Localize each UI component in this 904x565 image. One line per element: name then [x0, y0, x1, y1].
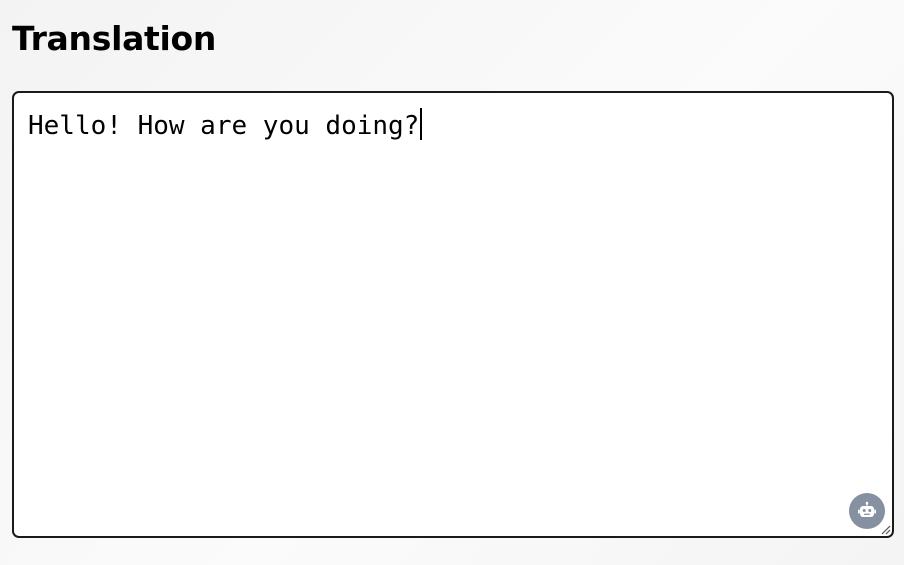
page-title: Translation — [12, 19, 217, 58]
text-caret — [420, 108, 422, 140]
translation-textarea[interactable]: Hello! How are you doing? — [12, 91, 894, 538]
robot-icon — [858, 501, 876, 517]
textarea-value: Hello! How are you doing? — [28, 111, 420, 141]
resize-grip-icon[interactable] — [879, 523, 891, 535]
